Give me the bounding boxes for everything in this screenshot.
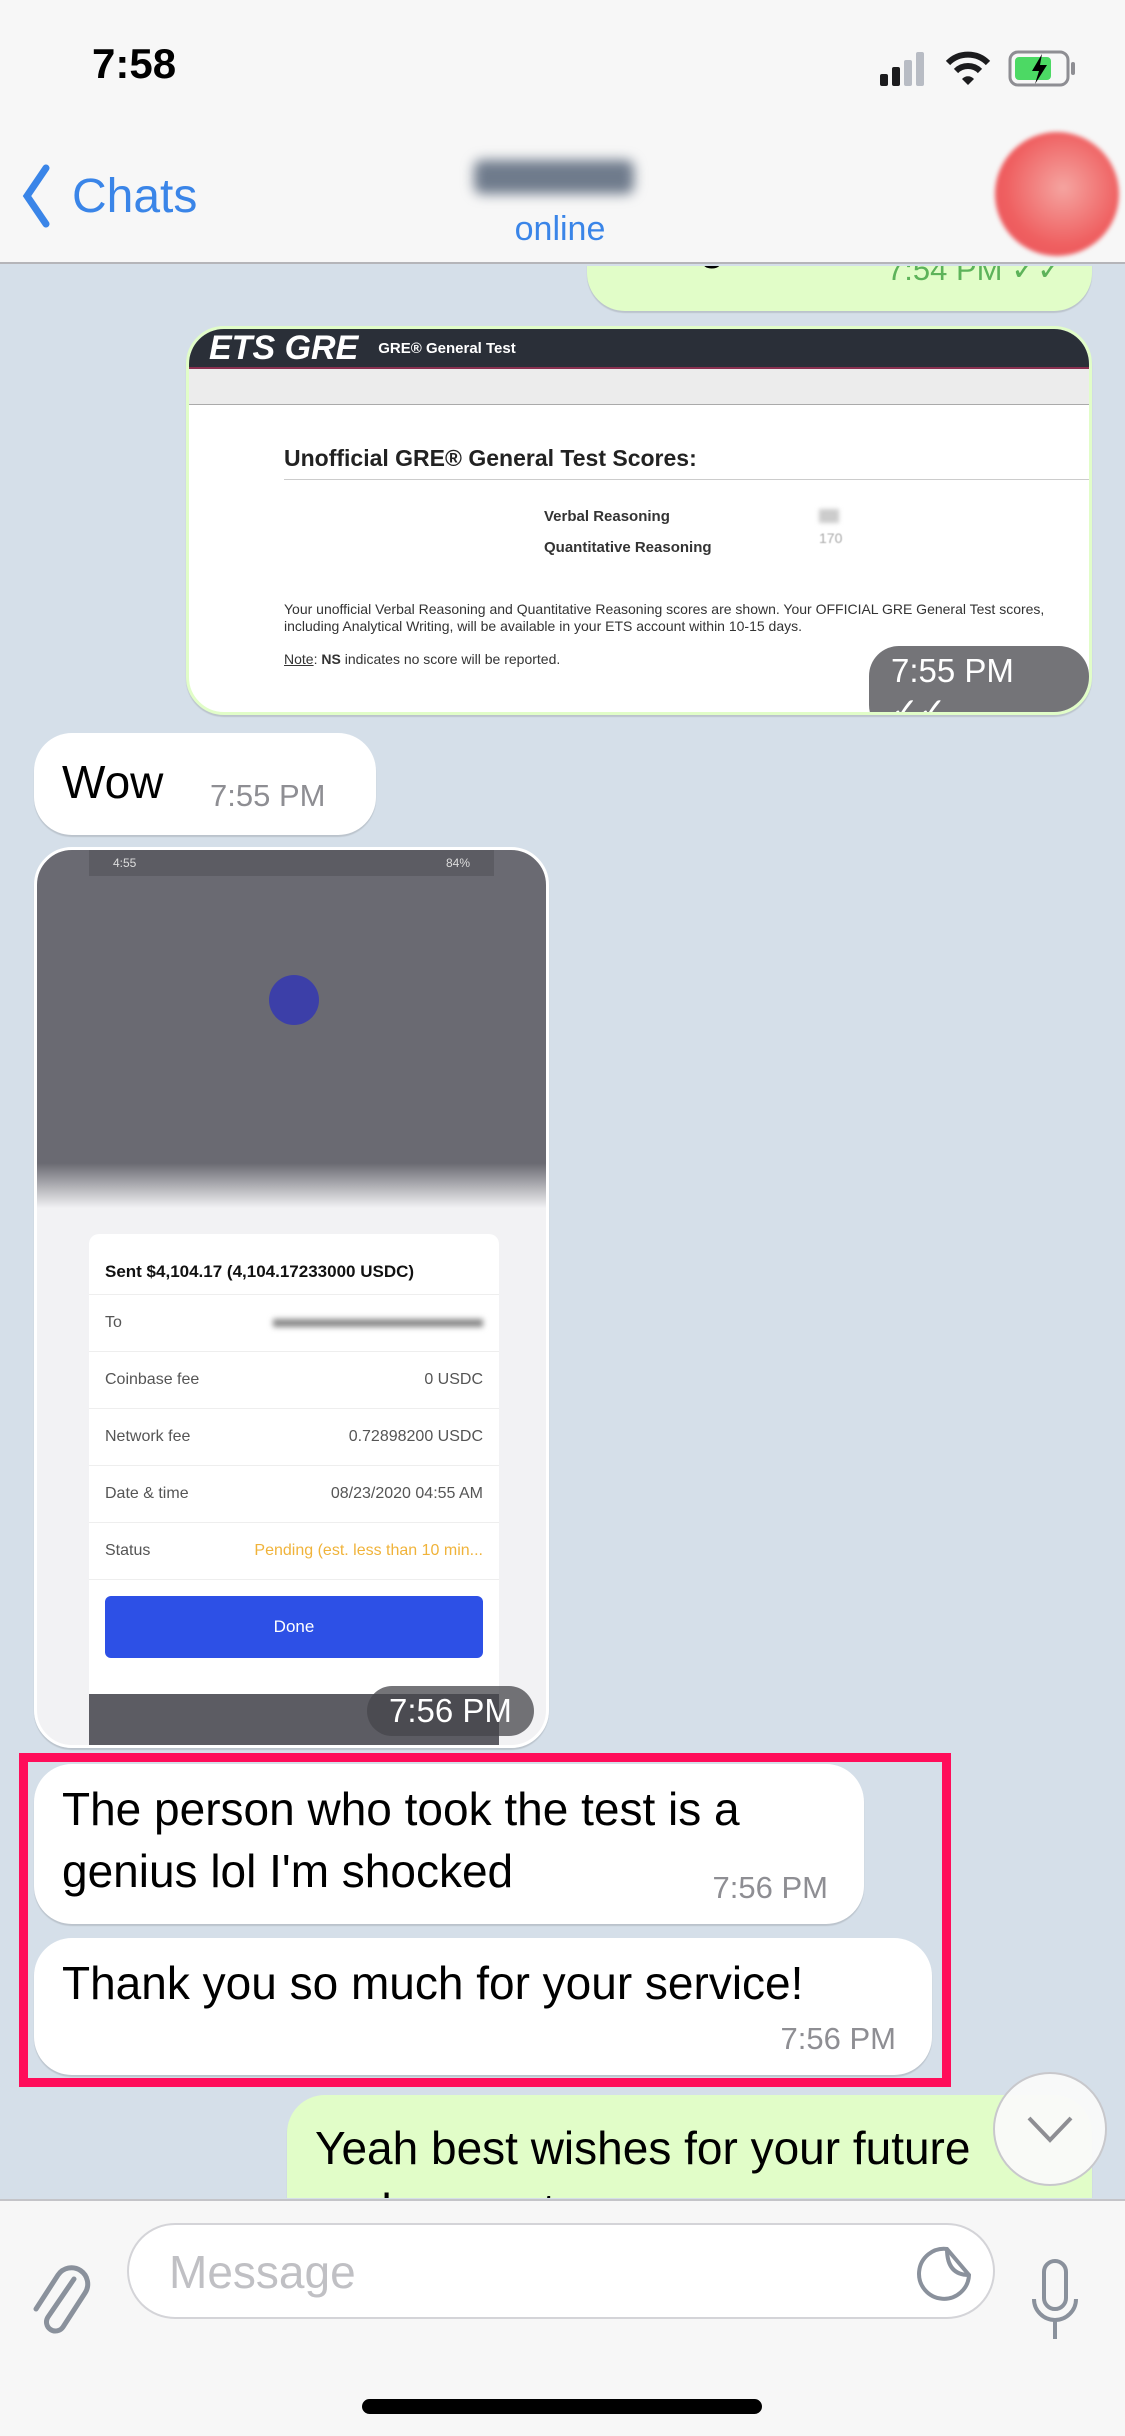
message-text: Yeah best wishes for your future endeavo…: [315, 2122, 971, 2198]
message-time: 7:56 PM: [712, 1870, 828, 1905]
message-time: 7:55 PM ✓✓: [869, 646, 1089, 712]
coinbase-transaction-image[interactable]: 4:55 84% Sent $4,104.17 (4,104.17233000 …: [34, 847, 549, 1748]
contact-status: online: [514, 210, 606, 248]
status-bar: 7:58: [0, 0, 1125, 110]
message-text: Congrats: [615, 266, 802, 274]
score-value: 170: [819, 530, 843, 546]
row-to: To: [89, 1295, 499, 1352]
chevron-down-icon: [1027, 2116, 1073, 2143]
sticker-icon[interactable]: [917, 2245, 973, 2303]
input-bar: Message: [0, 2199, 1125, 2436]
row-status: Status Pending (est. less than 10 min...: [89, 1523, 499, 1580]
contact-avatar[interactable]: [995, 132, 1119, 256]
gre-note: Note: NS indicates no score will be repo…: [284, 651, 561, 667]
message-time: 7:56 PM: [367, 1686, 534, 1736]
row-network-fee: Network fee 0.72898200 USDC: [89, 1409, 499, 1466]
score-label: Quantitative Reasoning: [544, 539, 712, 556]
scroll-to-bottom-button[interactable]: [993, 2072, 1107, 2186]
transaction-title: Sent $4,104.17 (4,104.17233000 USDC): [89, 1234, 499, 1295]
message-bubble-incoming[interactable]: Wow 7:55 PM: [34, 733, 376, 835]
transaction-sheet: Sent $4,104.17 (4,104.17233000 USDC) To …: [89, 1234, 499, 1694]
status-time: 7:58: [92, 40, 177, 87]
message-time: 7:55 PM: [210, 778, 326, 813]
nav-bar: Chats online: [0, 110, 1125, 264]
message-bubble-outgoing[interactable]: Congrats 7:54 PM ✓✓: [587, 266, 1092, 311]
back-label: Chats: [72, 169, 198, 223]
chat-area[interactable]: Congrats 7:54 PM ✓✓ ETS GRE GRE® General…: [0, 266, 1125, 2198]
home-indicator: [362, 2399, 762, 2414]
message-input[interactable]: Message: [127, 2223, 995, 2319]
signal-icon: [880, 52, 924, 86]
phone-time: 4:55: [113, 856, 137, 870]
paperclip-icon[interactable]: [30, 2261, 92, 2341]
message-time: 7:56 PM: [780, 2021, 896, 2056]
ets-gre-logo: ETS GRE: [209, 328, 359, 367]
battery-charging-icon: [1008, 50, 1075, 87]
row-coinbase-fee: Coinbase fee 0 USDC: [89, 1352, 499, 1409]
phone-battery: 84%: [445, 856, 470, 870]
message-bubble-outgoing[interactable]: Yeah best wishes for your future endeavo…: [287, 2095, 1092, 2198]
gre-score-image[interactable]: ETS GRE GRE® General Test Unofficial GRE…: [186, 326, 1092, 715]
microphone-icon[interactable]: [1030, 2259, 1080, 2343]
message-bubble-incoming[interactable]: Thank you so much for your service! 7:56…: [34, 1938, 932, 2075]
back-button[interactable]: Chats: [22, 164, 197, 228]
gre-body-text: Your unofficial Verbal Reasoning and Qua…: [284, 601, 1045, 634]
done-button: Done: [105, 1596, 483, 1658]
gre-header-title: GRE® General Test: [378, 339, 516, 357]
score-label: Verbal Reasoning: [544, 508, 670, 525]
transfer-icon: [269, 975, 319, 1025]
message-time: 7:54 PM ✓✓: [887, 266, 1064, 287]
message-text: Wow: [62, 756, 164, 808]
wifi-icon: [945, 51, 991, 85]
message-text: Thank you so much for your service!: [62, 1957, 804, 2009]
contact-name-redacted[interactable]: [474, 160, 634, 194]
gre-heading: Unofficial GRE® General Test Scores:: [284, 445, 697, 471]
row-date-time: Date & time 08/23/2020 04:55 AM: [89, 1466, 499, 1523]
message-placeholder: Message: [169, 2246, 356, 2298]
message-bubble-incoming[interactable]: The person who took the test is a genius…: [34, 1764, 864, 1924]
chevron-left-icon: [22, 164, 50, 228]
score-value-redacted: [819, 509, 839, 523]
